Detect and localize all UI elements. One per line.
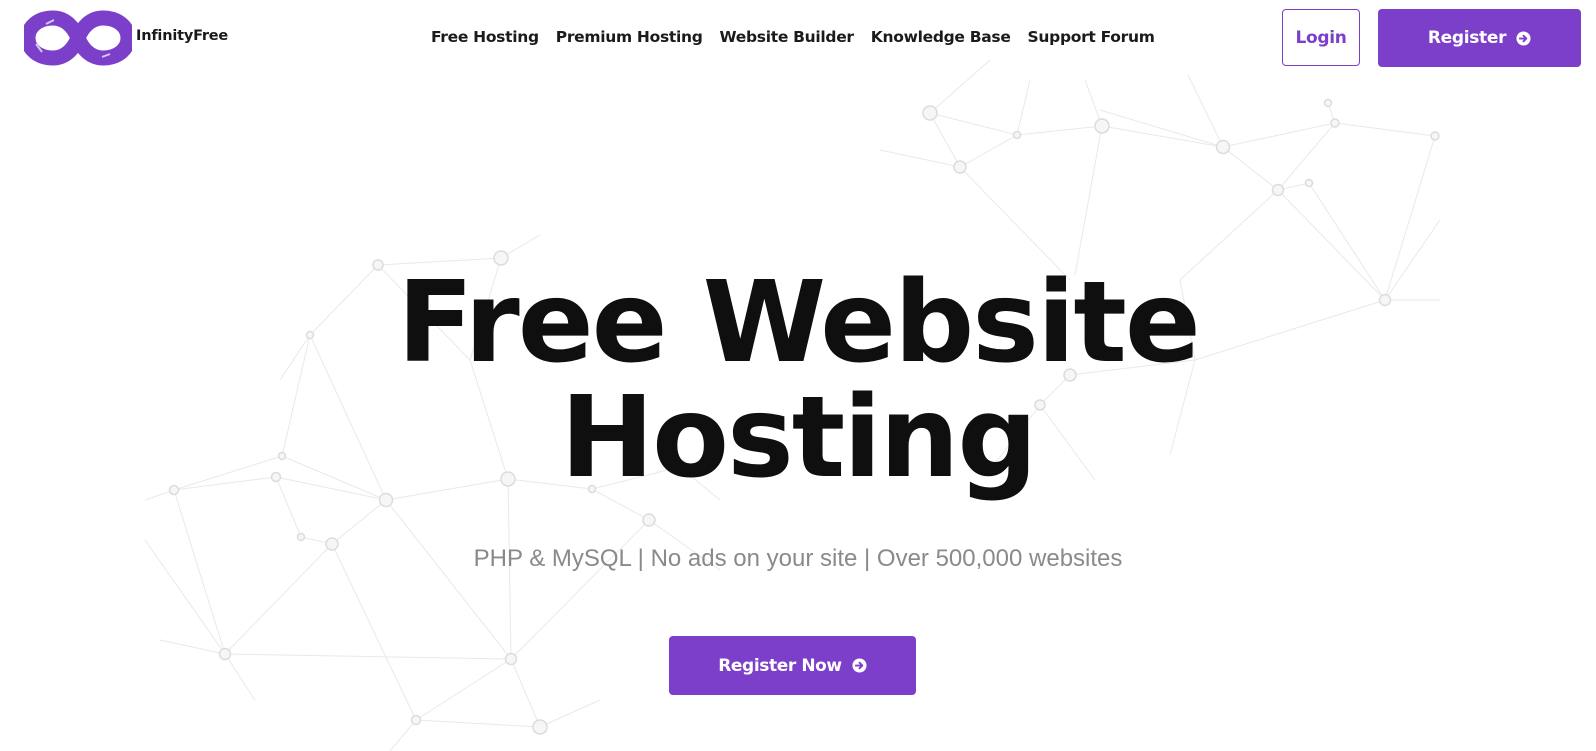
main-nav: Free Hosting Premium Hosting Website Bui… — [431, 28, 1155, 46]
hero-title-line-1: Free Website — [397, 258, 1201, 388]
register-now-button[interactable]: Register Now — [669, 636, 916, 695]
hero-title-line-2: Hosting — [560, 373, 1037, 503]
page: InfinityFree Free Hosting Premium Hostin… — [0, 0, 1596, 751]
hero-subtitle: PHP & MySQL | No ads on your site | Over… — [473, 545, 1123, 572]
nav-website-builder[interactable]: Website Builder — [720, 28, 855, 46]
register-button[interactable]: Register — [1378, 9, 1581, 67]
arrow-right-circle-icon — [852, 658, 867, 673]
nav-knowledge-base[interactable]: Knowledge Base — [871, 28, 1011, 46]
arrow-right-circle-icon — [1516, 30, 1531, 46]
site-header: InfinityFree Free Hosting Premium Hostin… — [0, 0, 1596, 78]
login-button[interactable]: Login — [1282, 9, 1360, 66]
nav-premium-hosting[interactable]: Premium Hosting — [556, 28, 703, 46]
login-label: Login — [1295, 27, 1347, 48]
hero-title: Free Website Hosting — [0, 266, 1596, 496]
register-now-label: Register Now — [718, 655, 842, 676]
brand-logo[interactable]: InfinityFree — [24, 10, 228, 66]
nav-free-hosting[interactable]: Free Hosting — [431, 28, 539, 46]
hero-section: Free Website Hosting PHP & MySQL | No ad… — [0, 0, 1596, 751]
brand-name: InfinityFree — [136, 28, 229, 44]
infinity-logo-icon — [24, 10, 132, 66]
nav-support-forum[interactable]: Support Forum — [1028, 28, 1155, 46]
register-label: Register — [1427, 28, 1507, 48]
